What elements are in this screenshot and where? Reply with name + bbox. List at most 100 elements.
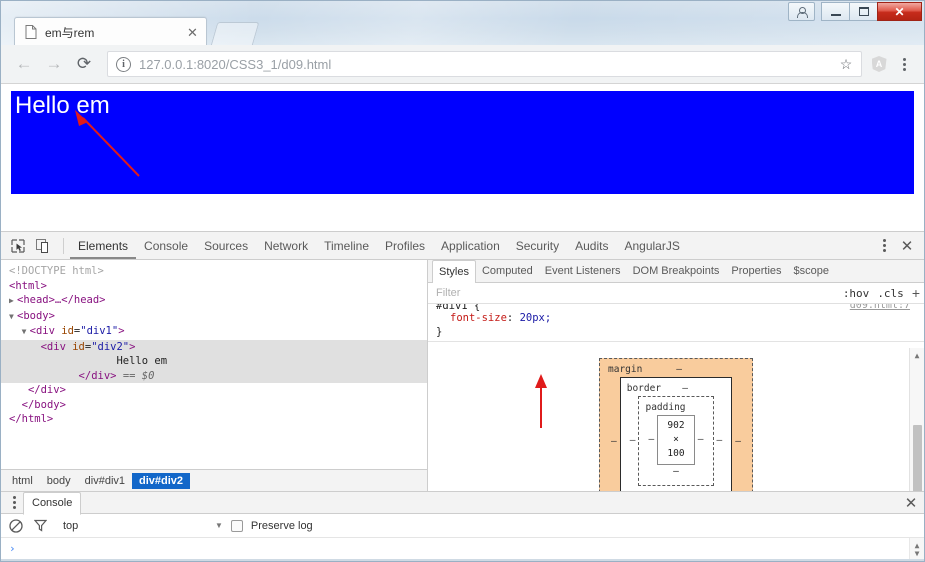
hover-state-button[interactable]: :hov	[843, 287, 870, 300]
devtools-toolbar: Elements Console Sources Network Timelin…	[1, 232, 924, 260]
bookmark-star-icon[interactable]: ☆	[835, 53, 857, 75]
tab-scope[interactable]: $scope	[788, 260, 835, 282]
tab-network[interactable]: Network	[256, 232, 316, 259]
chevron-down-icon[interactable]: ▼	[215, 521, 223, 530]
tab-properties[interactable]: Properties	[725, 260, 787, 282]
box-model-margin-left-value[interactable]: –	[608, 435, 620, 449]
tab-computed[interactable]: Computed	[476, 260, 539, 282]
box-model-border-right-value[interactable]: –	[714, 434, 726, 448]
window-titlebar: ✕ em与rem ✕	[1, 1, 924, 45]
box-model-border-top-value[interactable]: –	[682, 382, 688, 396]
box-model-margin-top-value[interactable]: –	[676, 363, 682, 377]
scroll-up-arrow-icon[interactable]: ▲	[910, 348, 925, 363]
browser-tab[interactable]: em与rem ✕	[14, 17, 207, 45]
box-model-content-size[interactable]: 902 × 100	[657, 415, 695, 465]
styles-scrollbar[interactable]: ▲ ▼	[909, 348, 924, 491]
console-scrollbar[interactable]: ▲ ▼	[909, 538, 924, 561]
scroll-down-arrow-icon[interactable]: ▼	[915, 549, 920, 558]
new-tab-button[interactable]	[210, 22, 260, 45]
box-model-border[interactable]: border – – padding – 902 × 100 – – –	[619, 377, 733, 491]
styles-filter-input[interactable]: Filter	[436, 287, 835, 299]
expand-triangle-icon[interactable]: ▶	[9, 294, 17, 309]
collapse-triangle-icon[interactable]: ▼	[9, 310, 17, 325]
site-info-icon[interactable]: i	[116, 56, 131, 72]
devtools-more-button[interactable]	[874, 234, 894, 258]
maximize-icon	[858, 7, 869, 16]
clear-console-icon[interactable]	[7, 517, 24, 534]
tab-angularjs[interactable]: AngularJS	[616, 232, 687, 259]
dom-line-body-close[interactable]: </body>	[1, 398, 427, 413]
tab-sources[interactable]: Sources	[196, 232, 256, 259]
tag-div1: <div	[29, 325, 62, 337]
scrollbar-track[interactable]	[910, 363, 925, 491]
css-value[interactable]: 20px;	[520, 312, 552, 324]
dom-line-html-open[interactable]: <html>	[1, 279, 427, 294]
tab-event-listeners[interactable]: Event Listeners	[539, 260, 627, 282]
tab-audits[interactable]: Audits	[567, 232, 616, 259]
css-declaration[interactable]: font-size: 20px;	[436, 311, 918, 325]
filter-icon[interactable]	[32, 517, 49, 534]
dom-line-div2-close[interactable]: </div> == $0	[1, 368, 427, 383]
box-model-padding-left-value[interactable]: –	[645, 433, 657, 447]
tab-dom-breakpoints[interactable]: DOM Breakpoints	[627, 260, 726, 282]
breadcrumb-html[interactable]: html	[5, 473, 40, 489]
angularjs-extension-icon[interactable]: A	[866, 49, 892, 79]
page-favicon-icon	[25, 25, 37, 39]
console-context-selector[interactable]: top	[57, 520, 207, 532]
back-button[interactable]: ←	[9, 49, 39, 79]
tab-security[interactable]: Security	[508, 232, 567, 259]
maximize-button[interactable]	[849, 2, 878, 21]
box-model-border-left-value[interactable]: –	[627, 434, 639, 448]
dom-tree[interactable]: <!DOCTYPE html> <html> ▶ <head>…</head> ▼…	[1, 260, 427, 469]
dom-line-html-close[interactable]: </html>	[1, 412, 427, 427]
devtools-close-button[interactable]: ✕	[894, 234, 920, 258]
breadcrumb-div2[interactable]: div#div2	[132, 472, 191, 489]
breadcrumb-body[interactable]: body	[40, 473, 78, 489]
drawer-more-button[interactable]	[5, 492, 23, 514]
close-window-button[interactable]: ✕	[877, 2, 922, 21]
breadcrumb-div1[interactable]: div#div1	[78, 473, 132, 489]
dom-line-body[interactable]: ▼ <body>	[1, 309, 427, 325]
css-rule-div1[interactable]: #div1 { d09.html:7 font-size: 20px; }	[428, 304, 924, 339]
css-property[interactable]: font-size	[436, 312, 507, 324]
reload-button[interactable]: ⟳	[69, 49, 99, 79]
forward-button[interactable]: →	[39, 49, 69, 79]
device-toolbar-icon[interactable]	[31, 234, 57, 258]
tab-timeline[interactable]: Timeline	[316, 232, 377, 259]
minimize-button[interactable]	[821, 2, 850, 21]
css-selector[interactable]: #div1 {	[436, 304, 480, 311]
box-model-padding-right-value[interactable]: –	[695, 433, 707, 447]
new-style-rule-button[interactable]: +	[912, 285, 920, 301]
styles-content[interactable]: #div1 { d09.html:7 font-size: 20px; } ma…	[428, 304, 924, 491]
console-output[interactable]: › ▲ ▼	[1, 538, 924, 561]
collapse-triangle-icon[interactable]: ▼	[22, 325, 30, 340]
tab-profiles[interactable]: Profiles	[377, 232, 433, 259]
box-model-margin-right-value[interactable]: –	[732, 435, 744, 449]
tab-application[interactable]: Application	[433, 232, 508, 259]
user-profile-button[interactable]	[788, 2, 815, 21]
tab-console[interactable]: Console	[136, 232, 196, 259]
tab-close-icon[interactable]: ✕	[185, 25, 200, 40]
tab-styles[interactable]: Styles	[432, 259, 476, 284]
browser-toolbar: ← → ⟳ i 127.0.0.1:8020/CSS3_1/d09.html ☆…	[1, 45, 924, 84]
browser-menu-button[interactable]	[892, 49, 916, 79]
box-model-padding[interactable]: padding – 902 × 100 – –	[638, 396, 714, 486]
dom-text-node: Hello em	[116, 355, 168, 367]
dom-line-div1-close[interactable]: </div>	[1, 383, 427, 398]
drawer-tab-console[interactable]: Console	[23, 491, 82, 515]
box-model-padding-bottom-value[interactable]: –	[645, 465, 706, 479]
box-model-margin[interactable]: margin – – border – – padding – 902 × 10…	[599, 358, 753, 491]
address-bar[interactable]: i 127.0.0.1:8020/CSS3_1/d09.html ☆	[107, 51, 862, 77]
drawer-close-button[interactable]: ✕	[898, 492, 924, 514]
inspect-element-icon[interactable]	[5, 234, 31, 258]
dom-line-head[interactable]: ▶ <head>…</head>	[1, 293, 427, 309]
preserve-log-checkbox[interactable]	[230, 519, 243, 532]
scrollbar-thumb[interactable]	[912, 425, 922, 491]
dom-line-div2[interactable]: <div id="div2">	[1, 339, 427, 354]
browser-window: ✕ em与rem ✕ ← → ⟳ i 127.0.0.1:8020/CSS3_1…	[0, 0, 925, 562]
dom-line-div2-text[interactable]: Hello em	[1, 354, 427, 369]
css-source-link[interactable]: d09.html:7	[850, 304, 910, 311]
class-editor-button[interactable]: .cls	[877, 287, 904, 300]
tab-elements[interactable]: Elements	[70, 232, 136, 259]
dom-line-div1[interactable]: ▼ <div id="div1">	[1, 324, 427, 340]
